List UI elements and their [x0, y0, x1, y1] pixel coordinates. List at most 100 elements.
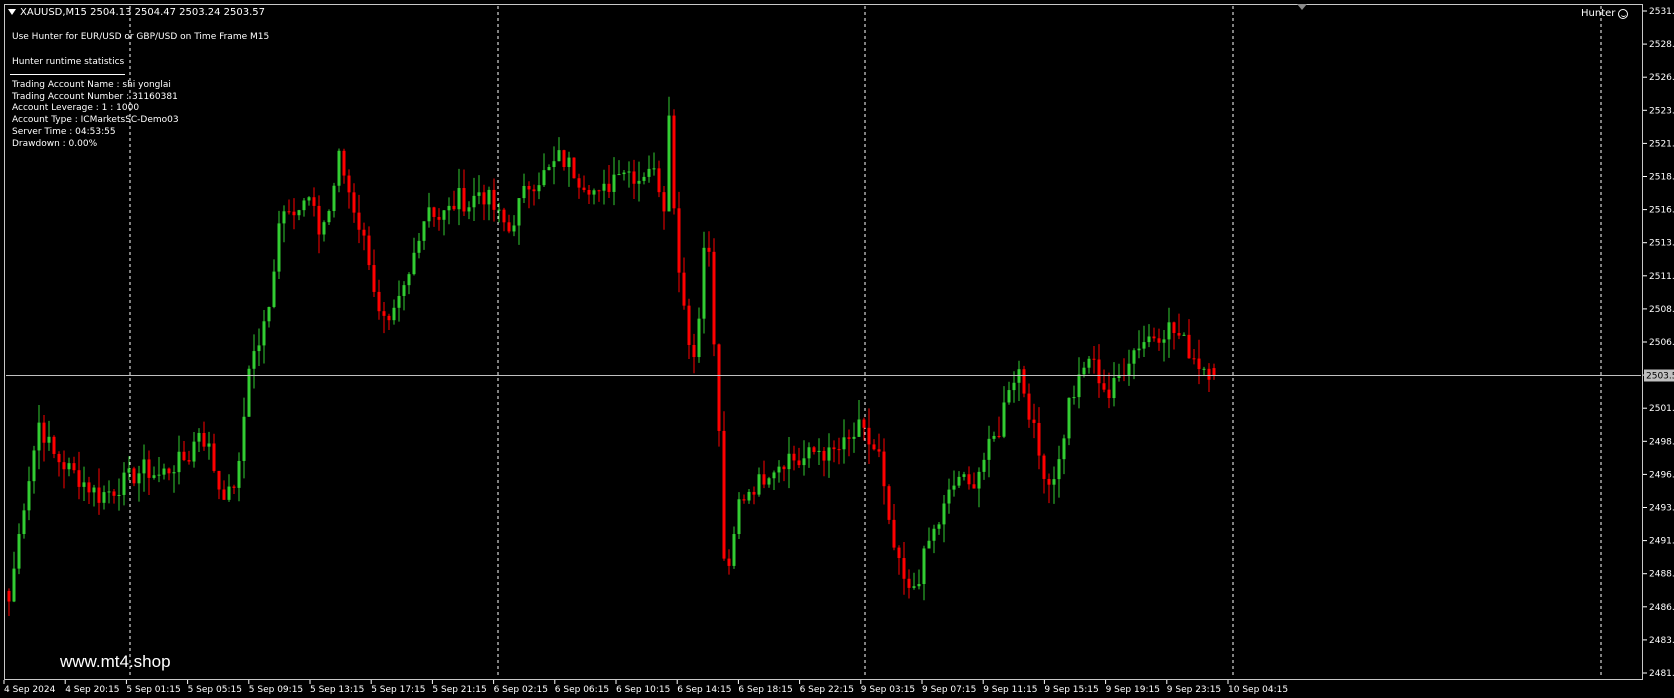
candle-body [972, 484, 976, 489]
candle-body [262, 321, 266, 346]
candle-body [362, 229, 366, 236]
candle-body [587, 189, 591, 195]
price-tick-label: 2496.10 [1649, 470, 1674, 480]
candle-body [1162, 339, 1166, 343]
candle-body [432, 207, 436, 217]
candle-body [1187, 334, 1191, 359]
candle-body [967, 474, 971, 485]
candle-body [282, 211, 286, 224]
time-tick-label: 6 Sep 02:15 [494, 685, 548, 695]
candle-body [147, 459, 151, 478]
time-tick-label: 10 Sep 04:15 [1228, 685, 1288, 695]
candle-body [1167, 322, 1171, 340]
candle-body [832, 447, 836, 450]
price-tick-label: 2491.10 [1649, 537, 1674, 547]
indicator-name: Hunter [1581, 8, 1616, 19]
time-tick-label: 5 Sep 17:15 [371, 685, 425, 695]
price-tick-label: 2498.60 [1649, 437, 1674, 447]
candle-body [252, 351, 256, 369]
candle-body [557, 150, 561, 162]
candle-body [1157, 338, 1161, 343]
candle-body [977, 471, 981, 489]
candle-body [237, 460, 241, 488]
candle-body [937, 524, 941, 529]
candle-body [472, 195, 476, 208]
candle-body [447, 205, 451, 211]
candle-body [297, 210, 301, 216]
candle-body [1002, 402, 1006, 437]
candle-body [607, 183, 611, 192]
candle-body [942, 503, 946, 525]
indicator-label: Hunter [1581, 8, 1629, 19]
candle-body [712, 251, 716, 345]
collapse-triangle-icon[interactable] [8, 9, 16, 15]
candle-body [822, 450, 826, 461]
candle-body [1097, 359, 1101, 384]
candle-body [407, 274, 411, 286]
symbol-info: XAUUSD,M15 2504.13 2504.47 2503.24 2503.… [8, 7, 265, 18]
candle-body [842, 437, 846, 450]
candle-body [932, 528, 936, 541]
time-tick-label: 5 Sep 01:15 [126, 685, 180, 695]
candle-body [542, 170, 546, 186]
chart-shift-marker[interactable] [1297, 4, 1307, 10]
stats-divider [10, 74, 125, 75]
candle-body [82, 482, 86, 487]
candle-body [887, 486, 891, 520]
candle-body [547, 167, 551, 171]
candle-body [827, 447, 831, 461]
candle-body [792, 453, 796, 461]
candle-body [47, 436, 51, 443]
candle-body [537, 185, 541, 192]
candle-body [1092, 358, 1096, 360]
candle-body [142, 459, 146, 474]
price-tick-label: 2523.60 [1649, 106, 1674, 116]
stat-account-leverage: Account Leverage : 1 : 1000 [12, 103, 140, 114]
time-tick-label: 5 Sep 21:15 [432, 685, 486, 695]
candle-body [442, 210, 446, 220]
candle-body [1197, 358, 1201, 370]
candle-body [612, 174, 616, 192]
candle-body [427, 207, 431, 222]
time-tick-label: 6 Sep 10:15 [616, 685, 670, 695]
candle-body [347, 175, 351, 193]
candle-body [1072, 397, 1076, 399]
candle-body [782, 466, 786, 470]
candle-body [1172, 322, 1176, 333]
candle-body [992, 435, 996, 439]
time-tick-label: 5 Sep 13:15 [310, 685, 364, 695]
candle-body [912, 586, 916, 588]
time-tick-label: 5 Sep 09:15 [249, 685, 303, 695]
candle-body [242, 416, 246, 461]
candle-body [852, 436, 856, 439]
candle-body [127, 468, 131, 473]
candle-body [807, 447, 811, 459]
candle-body [182, 451, 186, 461]
time-tick-label: 9 Sep 11:15 [983, 685, 1037, 695]
candle-body [267, 306, 271, 322]
candle-body [692, 344, 696, 358]
candle-body [92, 487, 96, 493]
candle-body [847, 437, 851, 439]
candle-body [57, 453, 61, 463]
candle-body [1127, 363, 1131, 376]
price-tick-label: 2528.60 [1649, 40, 1674, 50]
candle-body [892, 519, 896, 548]
candle-body [187, 460, 191, 462]
candle-body [677, 208, 681, 273]
candle-body [437, 216, 441, 220]
candle-body [32, 450, 36, 482]
candle-body [882, 451, 886, 487]
candle-body [452, 205, 456, 210]
candle-body [1067, 397, 1071, 439]
candle-body [552, 161, 556, 168]
candle-body [217, 470, 221, 490]
candle-body [647, 168, 651, 177]
candle-body [717, 344, 721, 431]
candle-body [77, 470, 81, 487]
candle-body [982, 459, 986, 472]
candle-body [962, 474, 966, 477]
candle-body [302, 200, 306, 211]
current-price-tag-text: 2503.57 [1646, 371, 1674, 381]
candle-body [572, 157, 576, 179]
